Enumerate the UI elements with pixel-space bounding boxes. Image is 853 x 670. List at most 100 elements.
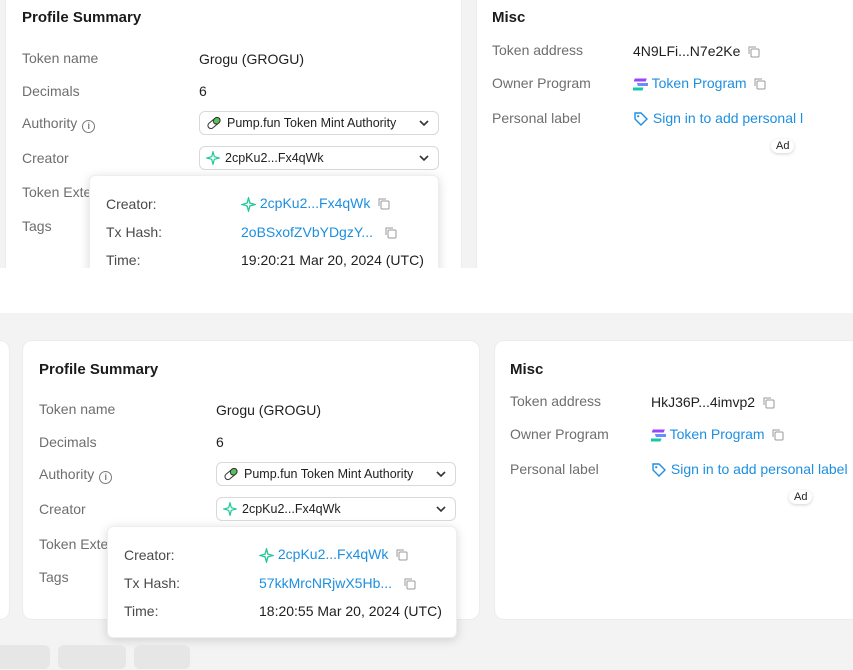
token-name-value: Grogu (GROGU) <box>199 51 305 67</box>
partial-card <box>0 340 10 620</box>
pill-icon <box>207 116 221 130</box>
personal-label-label: Personal label <box>492 110 581 126</box>
owner-program-label: Owner Program <box>510 426 609 442</box>
ad-badge: Ad <box>771 139 795 153</box>
chevron-down-icon <box>436 506 446 513</box>
sign-in-link[interactable]: Sign in to add personal label <box>671 461 848 477</box>
tooltip-creator-label: Creator: <box>106 196 157 212</box>
token-address-label: Token address <box>510 393 602 409</box>
sparkle-icon <box>259 547 274 563</box>
token-address-value[interactable]: HkJ36P...4imvp2 <box>651 394 775 410</box>
token-address-label: Token address <box>492 42 584 58</box>
tooltip-tx-label: Tx Hash: <box>106 224 163 240</box>
decimals-value: 6 <box>216 434 224 450</box>
chevron-down-icon <box>419 155 429 162</box>
decimals-label: Decimals <box>39 434 97 450</box>
authority-label: Authority i <box>39 466 113 484</box>
tag-icon <box>652 463 666 478</box>
token-name-label: Token name <box>39 401 116 417</box>
tooltip-creator-link[interactable]: 2cpKu2...Fx4qWk <box>260 195 371 211</box>
token-address-value[interactable]: 4N9LFi...N7e2Ke <box>633 43 760 59</box>
tooltip-tx-value[interactable]: 57kkMrcNRjwX5Hb... <box>259 575 416 591</box>
tooltip-time-label: Time: <box>124 603 159 619</box>
token-name-value: Grogu (GROGU) <box>216 402 322 418</box>
chevron-down-icon <box>436 471 446 478</box>
tooltip-creator-link[interactable]: 2cpKu2...Fx4qWk <box>278 546 389 562</box>
authority-label: Authority i <box>22 115 96 133</box>
pill-icon <box>224 467 238 481</box>
token-name-label: Token name <box>22 50 99 66</box>
authority-select[interactable]: Pump.fun Token Mint Authority <box>216 462 456 486</box>
token-address-text: 4N9LFi...N7e2Ke <box>633 43 741 59</box>
tooltip-time-label: Time: <box>106 252 141 268</box>
creator-select[interactable]: 2cpKu2...Fx4qWk <box>216 497 456 521</box>
creator-label: Creator <box>22 150 69 166</box>
panel-top: Profile Summary Token name Grogu (GROGU)… <box>0 0 853 268</box>
gap <box>0 268 853 313</box>
decimals-label: Decimals <box>22 83 80 99</box>
authority-value: Pump.fun Token Mint Authority <box>244 467 414 481</box>
bottom-tab[interactable] <box>134 645 190 669</box>
tooltip-tx-label: Tx Hash: <box>124 575 181 591</box>
ad-badge: Ad <box>789 490 813 504</box>
tags-label: Tags <box>22 218 52 234</box>
copy-icon[interactable] <box>396 549 408 561</box>
card-title: Misc <box>510 361 544 378</box>
authority-value: Pump.fun Token Mint Authority <box>227 116 397 130</box>
chevron-down-icon <box>419 120 429 127</box>
card-title: Misc <box>492 9 526 26</box>
copy-icon[interactable] <box>385 227 397 239</box>
bottom-tab[interactable] <box>58 645 126 669</box>
copy-icon[interactable] <box>378 198 390 210</box>
tooltip-creator-label: Creator: <box>124 547 175 563</box>
token-program-link[interactable]: Token Program <box>670 426 765 442</box>
owner-program-label: Owner Program <box>492 75 591 91</box>
tooltip-tx-value[interactable]: 2oBSxofZVbYDgzY... <box>241 224 397 240</box>
tooltip-tx-link[interactable]: 2oBSxofZVbYDgzY... <box>241 224 373 240</box>
copy-icon[interactable] <box>772 429 784 441</box>
copy-icon[interactable] <box>748 46 760 58</box>
tag-icon <box>634 112 648 127</box>
misc-card: Misc Token address 4N9LFi...N7e2Ke Owner… <box>476 0 853 268</box>
token-extensions-label: Token Exte <box>22 184 92 200</box>
creator-tooltip: Creator: 2cpKu2...Fx4qWk Tx Hash: 2oBSxo… <box>89 175 439 268</box>
copy-icon[interactable] <box>404 578 416 590</box>
creator-value: 2cpKu2...Fx4qWk <box>225 151 324 165</box>
personal-label-label: Personal label <box>510 461 599 477</box>
personal-label-value[interactable]: Sign in to add personal l <box>633 110 803 127</box>
tooltip-creator-value[interactable]: 2cpKu2...Fx4qWk <box>259 546 408 563</box>
info-icon[interactable]: i <box>99 471 113 484</box>
sparkle-icon <box>206 151 220 165</box>
card-title: Profile Summary <box>39 361 159 378</box>
owner-program-value[interactable]: Token Program <box>633 75 766 91</box>
authority-label-text: Authority <box>22 115 78 131</box>
token-program-link[interactable]: Token Program <box>652 75 747 91</box>
tooltip-time-value: 19:20:21 Mar 20, 2024 (UTC) <box>241 252 424 268</box>
copy-icon[interactable] <box>763 397 775 409</box>
authority-select[interactable]: Pump.fun Token Mint Authority <box>199 111 439 135</box>
info-icon[interactable]: i <box>82 120 96 133</box>
tooltip-tx-link[interactable]: 57kkMrcNRjwX5Hb... <box>259 575 392 591</box>
personal-label-value[interactable]: Sign in to add personal label <box>651 461 848 478</box>
misc-card: Misc Token address HkJ36P...4imvp2 Owner… <box>494 340 853 620</box>
card-title: Profile Summary <box>22 9 142 26</box>
authority-label-text: Authority <box>39 466 95 482</box>
token-address-text: HkJ36P...4imvp2 <box>651 394 756 410</box>
sparkle-icon <box>241 196 256 212</box>
token-extensions-label: Token Exte <box>39 536 109 552</box>
bottom-tab[interactable] <box>0 645 50 669</box>
decimals-value: 6 <box>199 83 207 99</box>
panel-bottom: Profile Summary Token name Grogu (GROGU)… <box>0 313 853 670</box>
copy-icon[interactable] <box>754 78 766 90</box>
creator-select[interactable]: 2cpKu2...Fx4qWk <box>199 146 439 170</box>
creator-label: Creator <box>39 501 86 517</box>
tooltip-creator-value[interactable]: 2cpKu2...Fx4qWk <box>241 195 390 212</box>
solana-icon <box>651 429 666 442</box>
sign-in-link[interactable]: Sign in to add personal l <box>653 110 803 126</box>
creator-tooltip: Creator: 2cpKu2...Fx4qWk Tx Hash: 57kkMr… <box>107 526 457 638</box>
profile-summary-card: Profile Summary Token name Grogu (GROGU)… <box>5 0 462 268</box>
tags-label: Tags <box>39 569 69 585</box>
owner-program-value[interactable]: Token Program <box>651 426 784 442</box>
sparkle-icon <box>223 502 237 516</box>
tooltip-time-value: 18:20:55 Mar 20, 2024 (UTC) <box>259 603 442 619</box>
